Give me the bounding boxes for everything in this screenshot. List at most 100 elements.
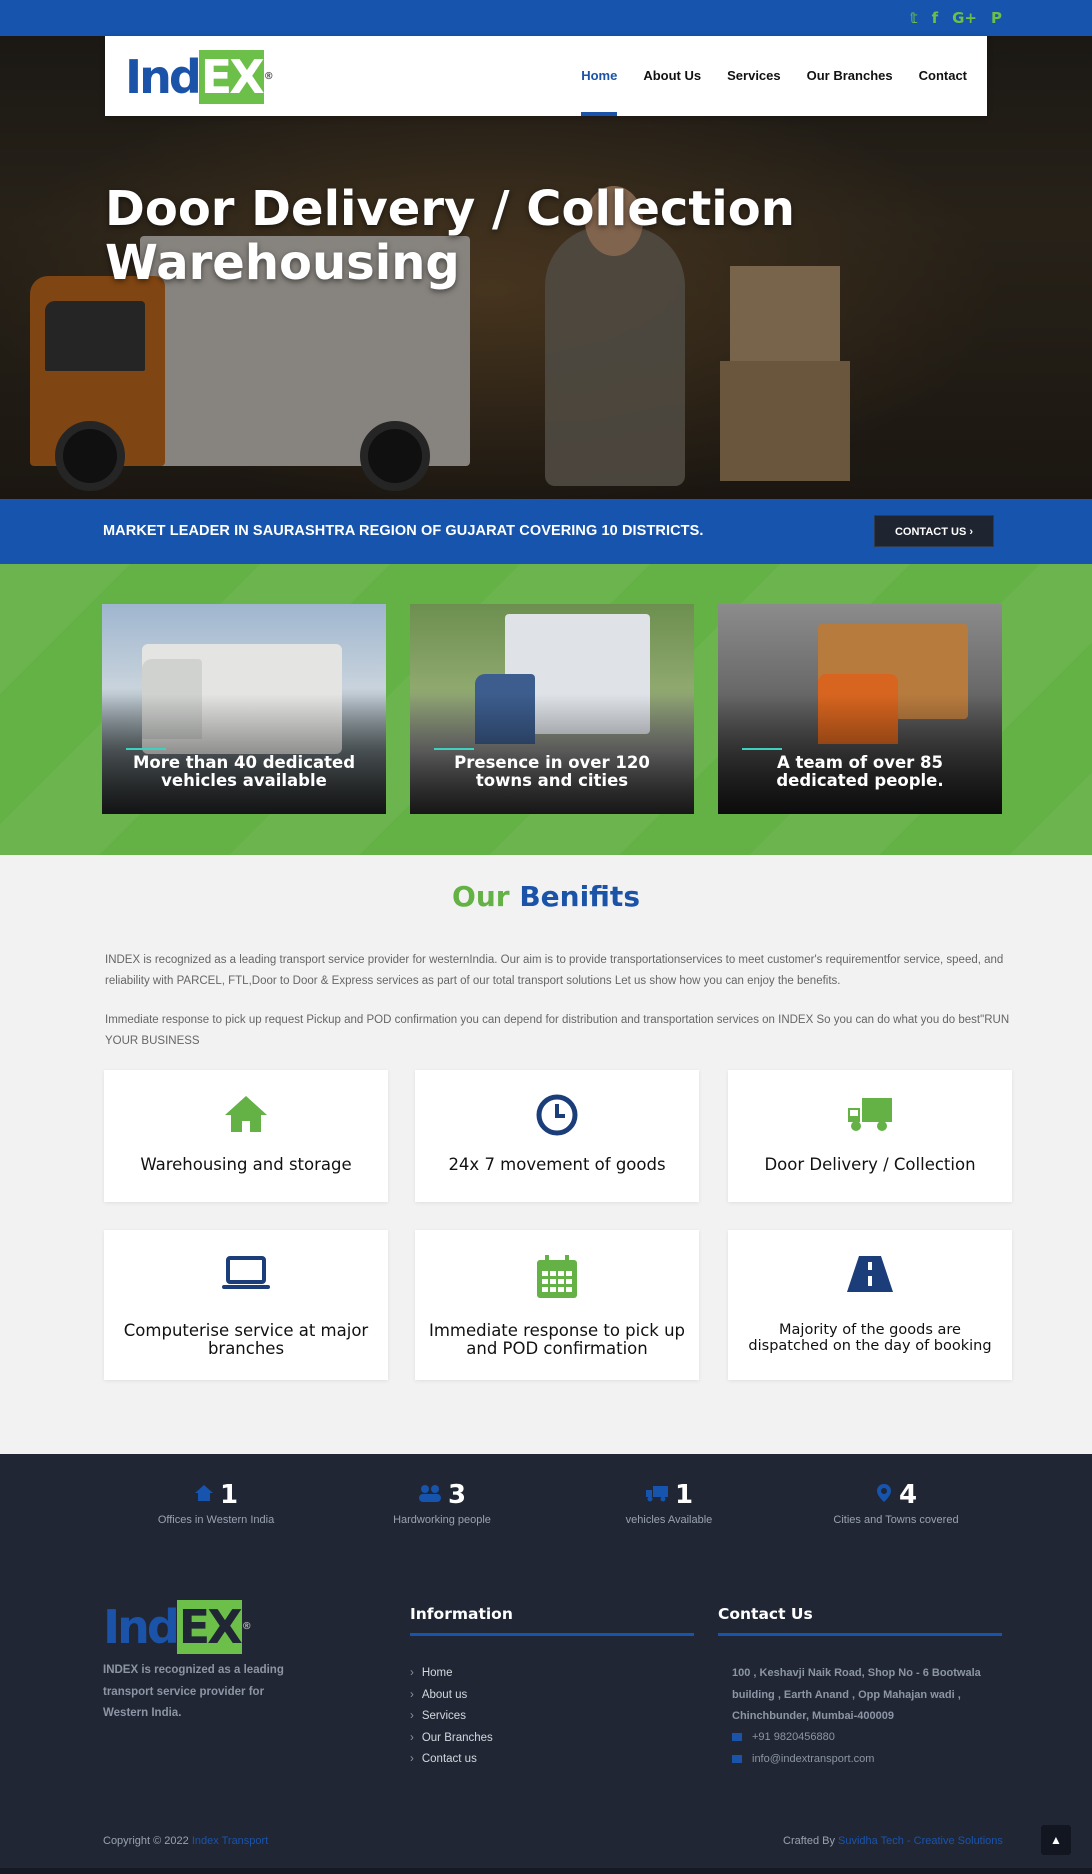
- laptop-icon: [104, 1254, 388, 1292]
- home-icon: [194, 1484, 214, 1507]
- stat-caption: Cities and Towns covered: [833, 1514, 959, 1526]
- feature-card-caption: More than 40 dedicated vehicles availabl…: [132, 753, 356, 790]
- stat-caption: Offices in Western India: [157, 1514, 275, 1526]
- footer-contact-title: Contact Us: [718, 1605, 813, 1623]
- footer-phone-text: +91 9820456880: [752, 1731, 835, 1743]
- benefit-label: Warehousing and storage: [140, 1155, 352, 1174]
- benefits-title: Our Benifits: [0, 880, 1092, 913]
- crafted-by-text: Crafted By: [783, 1835, 835, 1847]
- stat-offices: 1 Offices in Western India: [126, 1480, 306, 1526]
- calendar-icon: [415, 1254, 699, 1300]
- banner-text: MARKET LEADER IN SAURASHTRA REGION OF GU…: [103, 523, 704, 539]
- stat-number: 1: [219, 1480, 239, 1510]
- footer-description: INDEX is recognized as a leading transpo…: [103, 1664, 284, 1719]
- features-strip: More than 40 dedicated vehicles availabl…: [0, 564, 1092, 855]
- footer-logo-ex: EX: [176, 1600, 243, 1654]
- navbar: IndEX ® Home About Us Services Our Branch…: [105, 36, 987, 116]
- copyright: Copyright © 2022 Index Transport: [103, 1835, 268, 1847]
- feature-card-accent: [434, 748, 474, 750]
- footer-link-about[interactable]: About us: [410, 1685, 493, 1707]
- footer-title-underline: [718, 1633, 1002, 1636]
- benefits-paragraph-2: Immediate response to pick up request Pi…: [105, 1014, 1010, 1047]
- crafted-by-link[interactable]: Suvidha Tech - Creative Solutions: [838, 1835, 1003, 1847]
- stat-caption: vehicles Available: [625, 1514, 713, 1526]
- nav-our-branches[interactable]: Our Branches: [807, 36, 893, 116]
- social-links: 𝕥 f G+ P: [910, 9, 1002, 27]
- hero-title-line2: Warehousing: [105, 235, 460, 291]
- google-plus-icon[interactable]: G+: [952, 9, 977, 27]
- footer-link-branches[interactable]: Our Branches: [410, 1728, 493, 1750]
- footer-link-contact[interactable]: Contact us: [410, 1749, 493, 1771]
- feature-card-caption: Presence in over 120 towns and cities: [454, 753, 650, 790]
- top-bar: 𝕥 f G+ P: [0, 0, 1092, 36]
- benefit-label: 24x 7 movement of goods: [448, 1155, 666, 1174]
- feature-card-vehicles[interactable]: More than 40 dedicated vehicles availabl…: [102, 604, 386, 814]
- footer-address: 100 , Keshavji Naik Road, Shop No - 6 Bo…: [732, 1667, 981, 1722]
- footer-logo-ind: Ind: [103, 1600, 180, 1654]
- nav-services[interactable]: Services: [727, 36, 781, 116]
- nav-about-us[interactable]: About Us: [643, 36, 701, 116]
- feature-card-accent: [126, 748, 166, 750]
- benefit-card-warehousing: Warehousing and storage: [104, 1070, 388, 1202]
- footer-link-home[interactable]: Home: [410, 1663, 493, 1685]
- facebook-icon[interactable]: f: [932, 9, 939, 27]
- crafted-by: Crafted By Suvidha Tech - Creative Solut…: [783, 1835, 1003, 1847]
- feature-card-caption: A team of over 85 dedicated people.: [776, 753, 944, 790]
- footer-phone[interactable]: +91 9820456880: [732, 1727, 835, 1749]
- hero-title: Door Delivery / Collection Warehousing: [105, 182, 805, 290]
- users-icon: [418, 1484, 442, 1507]
- market-leader-banner: MARKET LEADER IN SAURASHTRA REGION OF GU…: [0, 499, 1092, 564]
- footer-email-text: info@indextransport.com: [752, 1753, 875, 1765]
- logo-ex: EX: [198, 50, 265, 104]
- benefits-title-our: Our: [452, 880, 510, 913]
- feature-card-accent: [742, 748, 782, 750]
- main-nav: Home About Us Services Our Branches Cont…: [581, 36, 967, 116]
- contact-us-button[interactable]: CONTACT US ›: [874, 515, 994, 547]
- benefit-label: Door Delivery / Collection: [764, 1155, 976, 1174]
- benefit-card-immediate-response: Immediate response to pick up and POD co…: [415, 1230, 699, 1380]
- logo-ind: Ind: [125, 50, 202, 104]
- stat-number: 1: [674, 1480, 694, 1510]
- twitter-icon[interactable]: 𝕥: [910, 9, 918, 27]
- pinterest-icon[interactable]: P: [991, 9, 1002, 27]
- stat-caption: Hardworking people: [393, 1514, 491, 1526]
- benefits-paragraph-1: INDEX is recognized as a leading transpo…: [105, 954, 1004, 987]
- benefit-card-24x7: 24x 7 movement of goods: [415, 1070, 699, 1202]
- footer-bottom-edge: [0, 1868, 1092, 1874]
- copyright-text: Copyright © 2022: [103, 1835, 189, 1847]
- feature-card-presence[interactable]: Presence in over 120 towns and cities: [410, 604, 694, 814]
- footer-logo-registered: ®: [241, 1621, 252, 1632]
- footer-information-title: Information: [410, 1605, 513, 1623]
- stat-number: 4: [898, 1480, 918, 1510]
- benefit-label: Computerise service at major branches: [123, 1321, 369, 1358]
- stat-vehicles: 1 vehicles Available: [579, 1480, 759, 1526]
- nav-contact[interactable]: Contact: [919, 36, 967, 116]
- feature-card-team[interactable]: A team of over 85 dedicated people.: [718, 604, 1002, 814]
- stat-number: 3: [447, 1480, 467, 1510]
- benefit-card-same-day-dispatch: Majority of the goods are dispatched on …: [728, 1230, 1012, 1380]
- benefit-card-door-delivery: Door Delivery / Collection: [728, 1070, 1012, 1202]
- site-logo[interactable]: IndEX ®: [125, 50, 274, 104]
- benefit-label: Majority of the goods are dispatched on …: [748, 1322, 992, 1354]
- clock-icon: [415, 1094, 699, 1136]
- benefit-card-computerise: Computerise service at major branches: [104, 1230, 388, 1380]
- footer-links: Home About us Services Our Branches Cont…: [410, 1663, 493, 1771]
- footer-email[interactable]: info@indextransport.com: [732, 1749, 874, 1771]
- road-icon: [728, 1254, 1012, 1294]
- stat-cities: 4 Cities and Towns covered: [806, 1480, 986, 1526]
- copyright-link[interactable]: Index Transport: [192, 1835, 268, 1847]
- benefit-label: Immediate response to pick up and POD co…: [428, 1321, 686, 1358]
- map-pin-icon: [875, 1483, 893, 1508]
- envelope-icon: [732, 1755, 742, 1764]
- nav-home[interactable]: Home: [581, 36, 618, 116]
- truck-icon: [645, 1484, 669, 1507]
- home-icon: [104, 1094, 388, 1134]
- stat-people: 3 Hardworking people: [352, 1480, 532, 1526]
- scroll-to-top-button[interactable]: ▲: [1041, 1825, 1071, 1855]
- benefits-title-benefits: Benifits: [519, 880, 640, 913]
- hero-title-line1: Door Delivery / Collection: [105, 181, 795, 237]
- footer-logo[interactable]: IndEX ®: [103, 1600, 252, 1654]
- phone-icon: [732, 1733, 742, 1742]
- footer-link-services[interactable]: Services: [410, 1706, 493, 1728]
- footer-title-underline: [410, 1633, 694, 1636]
